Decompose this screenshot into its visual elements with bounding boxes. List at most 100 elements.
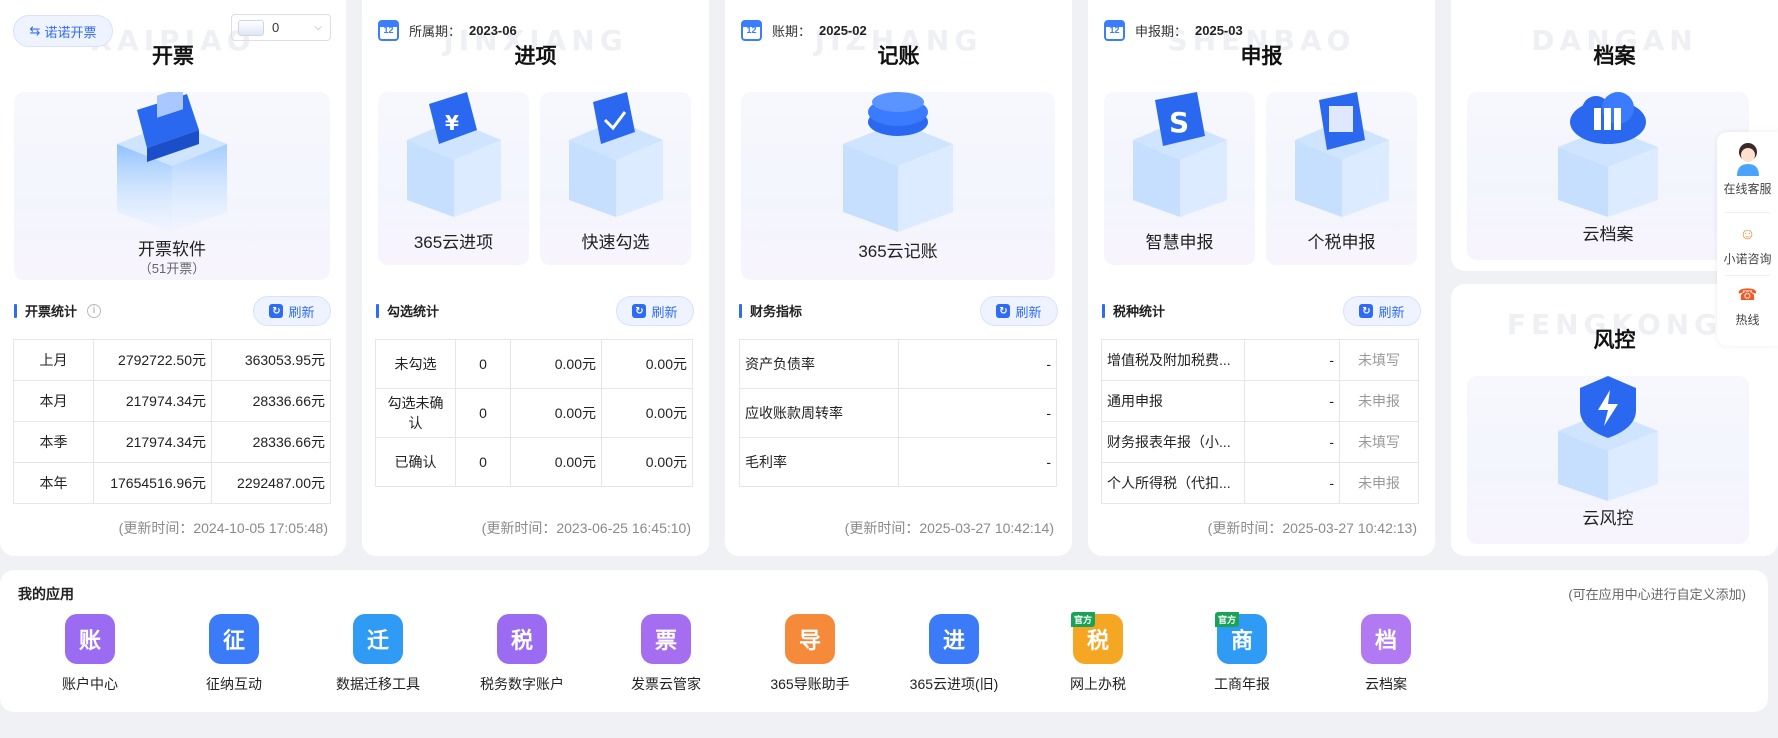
section-title: 勾选统计 bbox=[376, 301, 439, 320]
update-time: (更新时间：2025-03-27 10:42:13) bbox=[1207, 520, 1417, 536]
row-label: 本月 bbox=[13, 380, 94, 422]
row-label: 应收账款周转率 bbox=[739, 388, 899, 438]
cloud-archive-tile[interactable]: 云档案 bbox=[1467, 92, 1749, 260]
assistant-consult-button[interactable]: ☺ 小诺咨询 bbox=[1717, 225, 1778, 267]
status-cell[interactable]: 未申报 bbox=[1339, 380, 1419, 422]
refresh-button[interactable]: ↻ 刷新 bbox=[1343, 296, 1421, 326]
status-cell[interactable]: 未填写 bbox=[1339, 421, 1419, 463]
refresh-button[interactable]: ↻ 刷新 bbox=[253, 296, 331, 326]
row-label: 本年 bbox=[13, 462, 94, 504]
app-invoice-cloud-manager[interactable]: 票发票云管家 bbox=[596, 614, 736, 694]
row-label: 资产负债率 bbox=[739, 339, 899, 389]
calendar-icon: 12 bbox=[378, 20, 399, 41]
section-title: 财务指标 bbox=[739, 301, 802, 320]
card-title: 申报 bbox=[1240, 45, 1283, 68]
svg-text:¥: ¥ bbox=[445, 111, 459, 135]
row-label: 个人所得税（代扣... bbox=[1101, 462, 1245, 504]
app-online-tax[interactable]: 官方税网上办税 bbox=[1028, 612, 1168, 694]
table-row: 勾选未确认 0 0.00元 0.00元 bbox=[375, 388, 693, 438]
invoice-software-tile[interactable]: 开票软件 （51开票） bbox=[14, 92, 330, 280]
invoice-select[interactable]: 0 ⌵ bbox=[231, 14, 331, 41]
amount-cell: 217974.34元 bbox=[93, 421, 212, 463]
apps-hint: (可在应用中心进行自定义添加) bbox=[1568, 587, 1746, 602]
invoice-card: XAIPIAO ⇆ 诺诺开票 0 ⌵ 开票 开票软件 （51开票） 开票统计 i ↻… bbox=[0, 0, 346, 556]
hero-label: 开票软件 bbox=[138, 240, 206, 259]
s-cube-icon: S bbox=[1132, 92, 1227, 217]
quick-select-tile[interactable]: 快速勾选 bbox=[540, 92, 691, 265]
info-icon[interactable]: i bbox=[87, 303, 102, 318]
value-cell: - bbox=[1244, 462, 1340, 504]
table-row: 毛利率 - bbox=[739, 437, 1057, 487]
selection-stats-table: 未勾选 0 0.00元 0.00元 勾选未确认 0 0.00元 0.00元 已确认 0 0.00… bbox=[375, 339, 693, 487]
filing-card: SHENBAO 12 申报期： 2025-03 申报 S 智慧申报 个税申报 税种统… bbox=[1088, 0, 1435, 556]
value-cell: - bbox=[898, 437, 1057, 487]
official-badge: 官方 bbox=[1071, 612, 1096, 627]
migration-icon: 迁 bbox=[353, 614, 403, 664]
row-label: 已确认 bbox=[375, 437, 456, 487]
cloud-incoming-tile[interactable]: ¥ 365云进项 bbox=[378, 92, 529, 265]
app-account-center[interactable]: 账账户中心 bbox=[20, 614, 160, 694]
count-cell: 0 bbox=[455, 388, 511, 438]
refresh-icon: ↻ bbox=[269, 304, 284, 318]
hero-label: 365云记账 bbox=[858, 242, 938, 261]
incoming-icon: 进 bbox=[929, 614, 979, 664]
chat-bubble-icon: 征 bbox=[209, 614, 259, 664]
update-time: (更新时间：2023-06-25 16:45:10) bbox=[481, 520, 691, 536]
tax-type-table: 增值税及附加税费... - 未填写 通用申报 - 未申报 财务报表年报（小... - 未填写… bbox=[1101, 339, 1419, 504]
refresh-button[interactable]: ↻ 刷新 bbox=[980, 296, 1058, 326]
value-cell: - bbox=[898, 339, 1057, 389]
table-row: 通用申报 - 未申报 bbox=[1101, 380, 1419, 422]
calendar-icon: 12 bbox=[1104, 20, 1125, 41]
app-tax-digital-account[interactable]: 税税务数字账户 bbox=[452, 614, 592, 694]
row-label: 未勾选 bbox=[375, 339, 456, 389]
online-service-button[interactable]: 在线客服 bbox=[1717, 142, 1778, 197]
update-time: (更新时间：2024-10-05 17:05:48) bbox=[118, 520, 328, 536]
smart-filing-tile[interactable]: S 智慧申报 bbox=[1104, 92, 1255, 265]
amount-cell: 2792722.50元 bbox=[93, 339, 212, 381]
cloud-archive-icon bbox=[1558, 92, 1658, 217]
status-cell[interactable]: 未申报 bbox=[1339, 462, 1419, 504]
app-ledger-import-assistant[interactable]: 导 365导账助手 bbox=[740, 614, 880, 694]
table-row: 本季 217974.34元 28336.66元 bbox=[13, 421, 331, 463]
value-cell: - bbox=[1244, 380, 1340, 422]
table-row: 本年 17654516.96元 2292487.00元 bbox=[13, 462, 331, 504]
bookkeeping-card: JIZHANG 12 账期： 2025-02 记账 365云记账 财务指标 ↻ 刷新 … bbox=[725, 0, 1072, 556]
value-cell: - bbox=[1244, 339, 1340, 381]
amount-cell: 17654516.96元 bbox=[93, 462, 212, 504]
cloud-risk-tile[interactable]: 云风控 bbox=[1467, 376, 1749, 544]
hotline-button[interactable]: ☎ 热线 bbox=[1717, 286, 1778, 328]
my-apps-panel: 我的应用 (可在应用中心进行自定义添加) 账账户中心 征征纳互动 迁数据迁移工具… bbox=[0, 570, 1768, 712]
cloud-archive-icon: 档 bbox=[1361, 614, 1411, 664]
app-cloud-archive[interactable]: 档云档案 bbox=[1316, 614, 1456, 694]
card-title: 进项 bbox=[514, 45, 557, 68]
shield-icon bbox=[1558, 376, 1658, 501]
amount-cell: 0.00元 bbox=[510, 388, 602, 438]
refresh-icon: ↻ bbox=[632, 304, 647, 318]
hero-label: 个税申报 bbox=[1307, 233, 1376, 252]
row-label: 增值税及附加税费... bbox=[1101, 339, 1245, 381]
hero-label: 365云进项 bbox=[413, 233, 494, 252]
tax-cell: 363053.95元 bbox=[211, 339, 331, 381]
calendar-icon: 12 bbox=[741, 20, 762, 41]
account-icon: 账 bbox=[65, 614, 115, 664]
app-business-annual-report[interactable]: 官方商工商年报 bbox=[1172, 612, 1312, 694]
tax-icon: 官方税 bbox=[1071, 612, 1123, 664]
table-row: 资产负债率 - bbox=[739, 339, 1057, 389]
cloud-bookkeeping-tile[interactable]: 365云记账 bbox=[741, 92, 1055, 280]
status-cell[interactable]: 未填写 bbox=[1339, 339, 1419, 381]
app-data-migration[interactable]: 迁数据迁移工具 bbox=[308, 614, 448, 694]
app-cloud-incoming-old[interactable]: 进 365云进项(旧) bbox=[884, 614, 1024, 694]
official-badge: 官方 bbox=[1215, 612, 1240, 627]
check-cube-icon bbox=[568, 92, 663, 217]
refresh-icon: ↻ bbox=[996, 304, 1011, 318]
value-cell: - bbox=[1244, 421, 1340, 463]
period: 12 所属期： 2023-06 bbox=[378, 20, 517, 41]
chevron-down-icon: ⌵ bbox=[314, 22, 322, 33]
refresh-button[interactable]: ↻ 刷新 bbox=[616, 296, 694, 326]
apps-title: 我的应用 bbox=[18, 586, 74, 602]
update-time: (更新时间：2025-03-27 10:42:14) bbox=[844, 520, 1054, 536]
period: 12 账期： 2025-02 bbox=[741, 20, 867, 41]
row-label: 通用申报 bbox=[1101, 380, 1245, 422]
app-tax-interaction[interactable]: 征征纳互动 bbox=[164, 614, 304, 694]
personal-tax-tile[interactable]: 个税申报 bbox=[1266, 92, 1417, 265]
